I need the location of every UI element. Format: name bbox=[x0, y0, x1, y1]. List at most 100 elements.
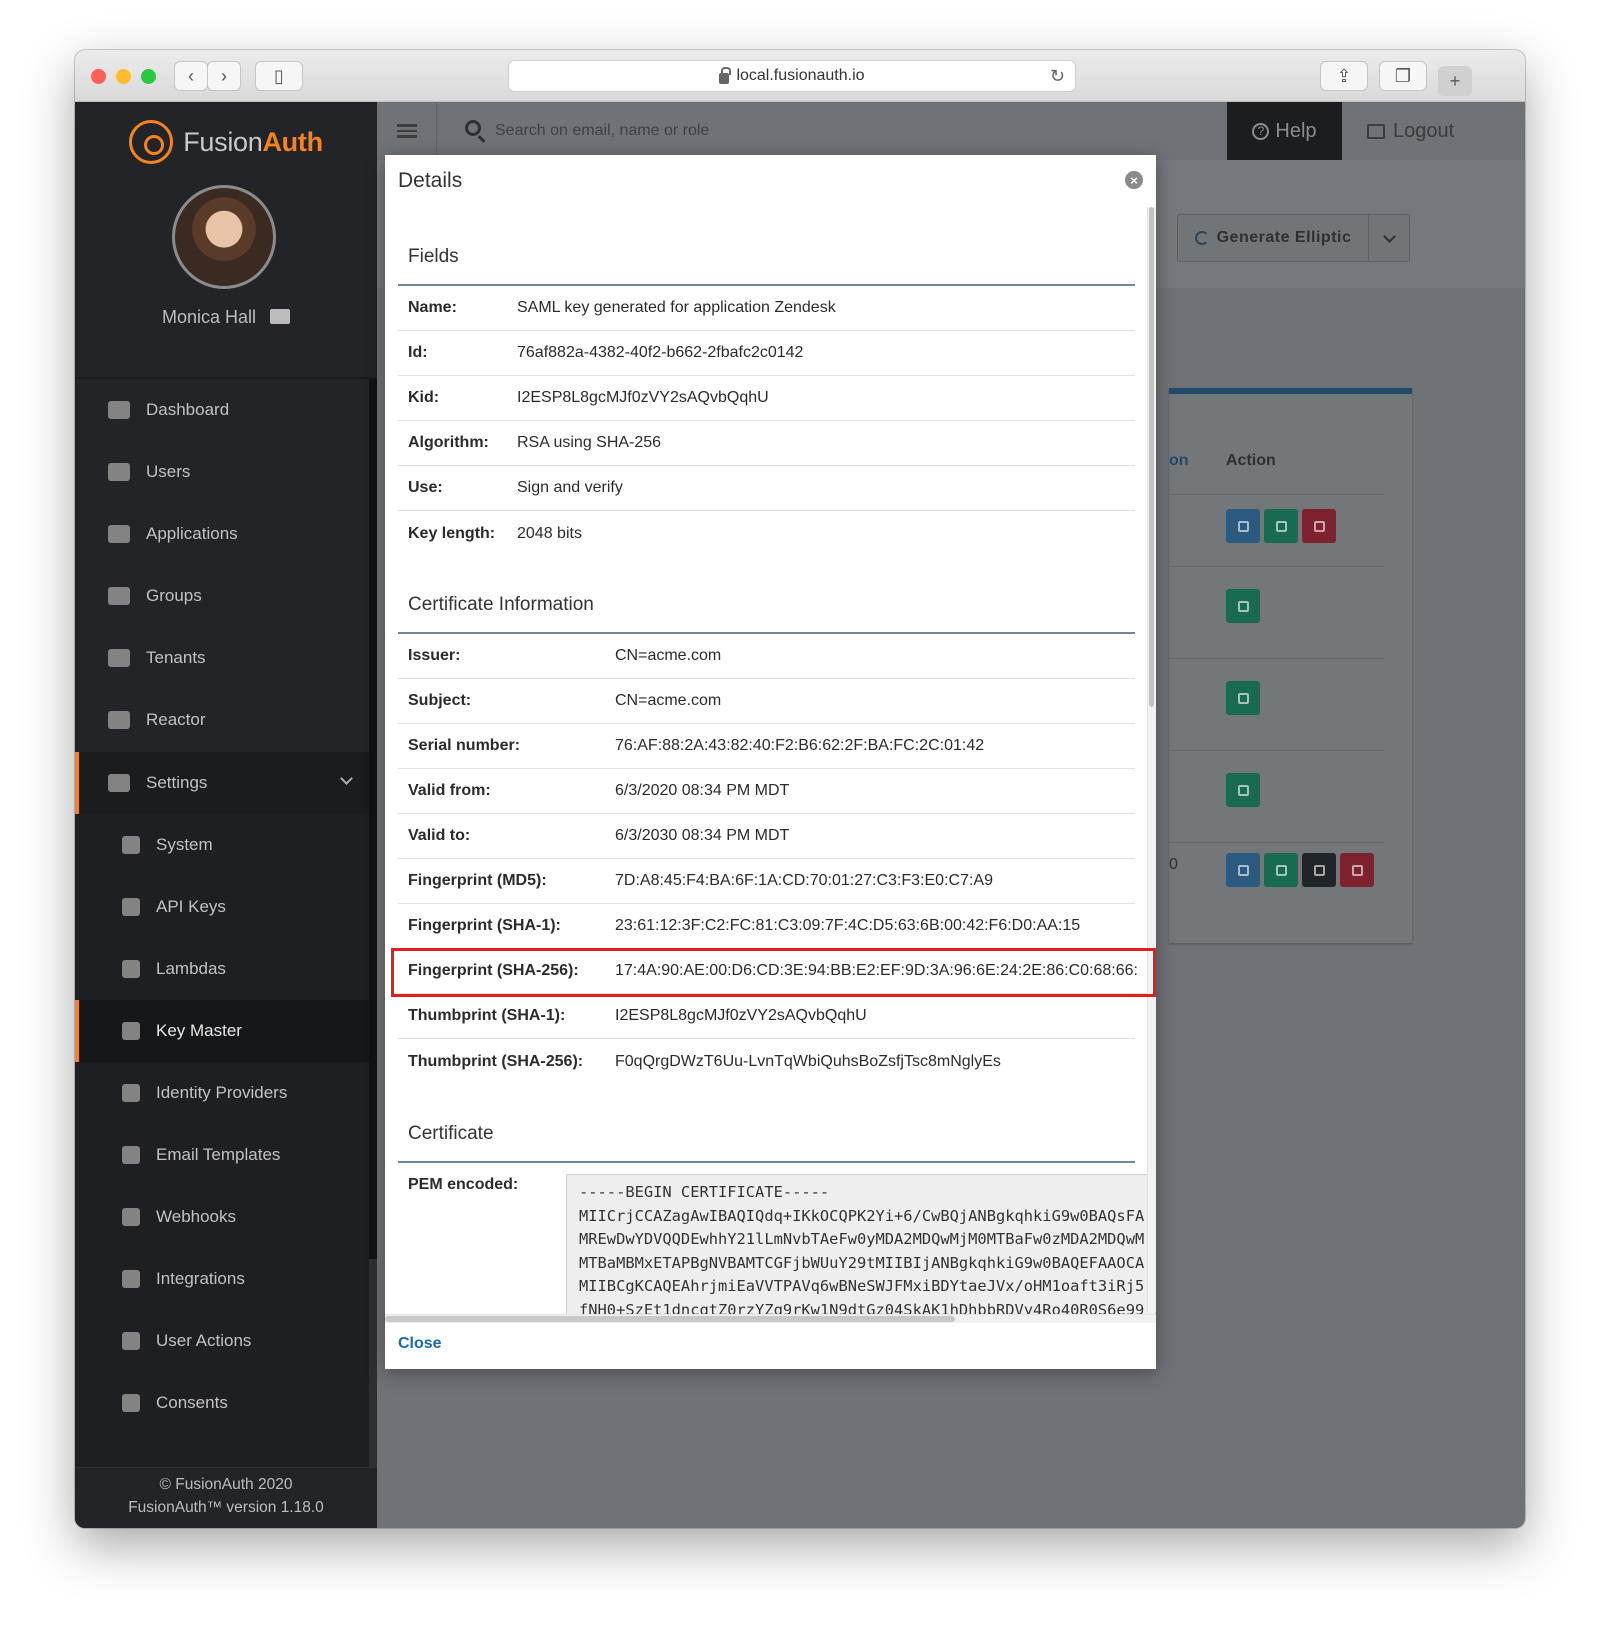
field-value: 6/3/2020 08:34 PM MDT bbox=[615, 782, 790, 799]
generate-elliptic-label: Generate Elliptic bbox=[1216, 229, 1352, 246]
view-button[interactable] bbox=[1264, 853, 1298, 887]
new-tab-button[interactable]: + bbox=[1438, 66, 1472, 96]
fusionauth-logo[interactable]: FusionAuth bbox=[75, 120, 377, 164]
view-button[interactable] bbox=[1226, 773, 1260, 807]
users-icon bbox=[108, 463, 130, 481]
sidebar-item-label: Email Templates bbox=[156, 1145, 281, 1164]
sidebar-scrollbar-thumb[interactable] bbox=[369, 379, 377, 1259]
edit-button[interactable] bbox=[1226, 853, 1260, 887]
sidebar: FusionAuth Monica Hall Dashboard Users A… bbox=[75, 102, 377, 1528]
view-button[interactable] bbox=[1226, 681, 1260, 715]
sidebar-item-label: Identity Providers bbox=[156, 1083, 288, 1102]
sidebar-item-groups[interactable]: Groups bbox=[75, 565, 369, 627]
address-bar[interactable]: local.fusionauth.io ↻ bbox=[508, 60, 1076, 92]
browser-titlebar: ‹ › ▯ local.fusionauth.io ↻ ⇪ ❐ + bbox=[75, 50, 1525, 102]
field-row-id: Id: 76af882a-4382-40f2-b662-2fbafc2c0142 bbox=[398, 331, 1135, 376]
zoom-window-button[interactable] bbox=[141, 69, 156, 84]
row-divider bbox=[1169, 658, 1384, 659]
key-icon bbox=[122, 898, 140, 916]
avatar[interactable] bbox=[172, 185, 276, 289]
view-button[interactable] bbox=[1264, 509, 1298, 543]
delete-button[interactable] bbox=[1340, 853, 1374, 887]
cert-row-thumbprint-sha1: Thumbprint (SHA-1): I2ESP8L8gcMJf0zVY2sAQ… bbox=[398, 994, 1135, 1039]
reload-icon[interactable]: ↻ bbox=[1050, 66, 1065, 87]
field-row-name: Name: SAML key generated for application … bbox=[398, 286, 1135, 331]
horizontal-scrollbar[interactable] bbox=[385, 1315, 1156, 1323]
minimize-window-button[interactable] bbox=[116, 69, 131, 84]
generate-dropdown-button[interactable] bbox=[1368, 214, 1410, 262]
delete-button[interactable] bbox=[1302, 509, 1336, 543]
field-key: Thumbprint (SHA-256): bbox=[408, 1052, 584, 1070]
help-button[interactable]: ? Help bbox=[1227, 102, 1342, 160]
search-icon bbox=[1275, 520, 1287, 532]
trophy-icon bbox=[122, 1332, 140, 1350]
chevron-down-icon bbox=[340, 772, 353, 785]
sidebar-item-webhooks[interactable]: Webhooks bbox=[75, 1186, 369, 1248]
download-icon bbox=[1313, 864, 1325, 876]
close-window-button[interactable] bbox=[91, 69, 106, 84]
field-key: Issuer: bbox=[408, 647, 461, 664]
edit-button[interactable] bbox=[1226, 509, 1260, 543]
sidebar-item-lambdas[interactable]: Lambdas bbox=[75, 938, 369, 1000]
forward-button[interactable]: › bbox=[207, 61, 241, 91]
close-icon[interactable]: × bbox=[1125, 171, 1143, 189]
radiation-icon bbox=[108, 711, 130, 729]
sidebar-item-api-keys[interactable]: API Keys bbox=[75, 876, 369, 938]
browser-window: ‹ › ▯ local.fusionauth.io ↻ ⇪ ❐ + Fusion… bbox=[75, 50, 1525, 1528]
search-input[interactable] bbox=[495, 116, 1095, 146]
url-text: local.fusionauth.io bbox=[736, 67, 865, 84]
field-row-use: Use: Sign and verify bbox=[398, 466, 1135, 511]
search-icon bbox=[465, 120, 481, 136]
sidebar-item-system[interactable]: System bbox=[75, 814, 369, 876]
dialog-scrollbar-thumb[interactable] bbox=[1149, 207, 1154, 707]
sidebar-item-identity-providers[interactable]: Identity Providers bbox=[75, 1062, 369, 1124]
back-button[interactable]: ‹ bbox=[174, 61, 208, 91]
certificate-section-title: Certificate bbox=[408, 1123, 494, 1144]
sidebar-item-user-actions[interactable]: User Actions bbox=[75, 1310, 369, 1372]
object-group-icon bbox=[108, 587, 130, 605]
share-icon: ⇪ bbox=[1336, 65, 1352, 86]
generate-elliptic-button[interactable]: Generate Elliptic bbox=[1177, 214, 1369, 262]
field-value: I2ESP8L8gcMJf0zVY2sAQvbQqhU bbox=[517, 389, 769, 406]
dialog-body[interactable]: Fields Name: SAML key generated for appli… bbox=[385, 210, 1156, 1314]
sidebar-item-reactor[interactable]: Reactor bbox=[75, 689, 369, 751]
sidebar-item-settings[interactable]: Settings bbox=[75, 752, 369, 814]
view-button[interactable] bbox=[1226, 589, 1260, 623]
cert-row-issuer: Issuer: CN=acme.com bbox=[398, 634, 1135, 679]
share-button[interactable]: ⇪ bbox=[1320, 61, 1368, 91]
dialog-footer: Close bbox=[385, 1314, 1156, 1369]
sidebar-item-label: Lambdas bbox=[156, 959, 226, 978]
sidebar-item-label: Settings bbox=[146, 773, 208, 792]
user-name-row[interactable]: Monica Hall bbox=[75, 307, 377, 328]
sidebar-item-applications[interactable]: Applications bbox=[75, 503, 369, 565]
logout-button[interactable]: Logout bbox=[1367, 102, 1507, 160]
sidebar-item-label: Tenants bbox=[146, 648, 206, 667]
close-button[interactable]: Close bbox=[398, 1335, 442, 1353]
sidebar-item-dashboard[interactable]: Dashboard bbox=[75, 379, 369, 441]
cert-row-valid-to: Valid to: 6/3/2030 08:34 PM MDT bbox=[398, 814, 1135, 859]
menu-toggle-button[interactable] bbox=[377, 102, 437, 160]
tabs-button[interactable]: ❐ bbox=[1379, 61, 1427, 91]
id-card-icon[interactable] bbox=[270, 309, 291, 324]
field-value: CN=acme.com bbox=[615, 647, 722, 664]
building-icon bbox=[108, 649, 130, 667]
sidebar-item-key-master[interactable]: Key Master bbox=[75, 1000, 369, 1062]
field-row-algorithm: Algorithm: RSA using SHA-256 bbox=[398, 421, 1135, 466]
row-cell-fragment: 0 bbox=[1169, 856, 1178, 873]
horizontal-scrollbar-thumb[interactable] bbox=[385, 1316, 955, 1322]
pem-encoded-textarea[interactable]: -----BEGIN CERTIFICATE----- MIICrjCCAZagA… bbox=[566, 1174, 1156, 1314]
cert-row-subject: Subject: CN=acme.com bbox=[398, 679, 1135, 724]
sidebar-toggle-button[interactable]: ▯ bbox=[255, 61, 303, 91]
sidebar-item-integrations[interactable]: Integrations bbox=[75, 1248, 369, 1310]
download-button[interactable] bbox=[1302, 853, 1336, 887]
lock-icon bbox=[122, 1022, 140, 1040]
logo-text-part2: Auth bbox=[262, 126, 323, 157]
sidebar-item-label: Consents bbox=[156, 1393, 228, 1412]
sidebar-item-email-templates[interactable]: Email Templates bbox=[75, 1124, 369, 1186]
sidebar-item-users[interactable]: Users bbox=[75, 441, 369, 503]
sidebar-item-label: Applications bbox=[146, 524, 238, 543]
sidebar-item-label: API Keys bbox=[156, 897, 226, 916]
sidebar-item-consents[interactable]: Consents bbox=[75, 1372, 369, 1434]
cog-icon bbox=[122, 836, 140, 854]
sidebar-item-tenants[interactable]: Tenants bbox=[75, 627, 369, 689]
